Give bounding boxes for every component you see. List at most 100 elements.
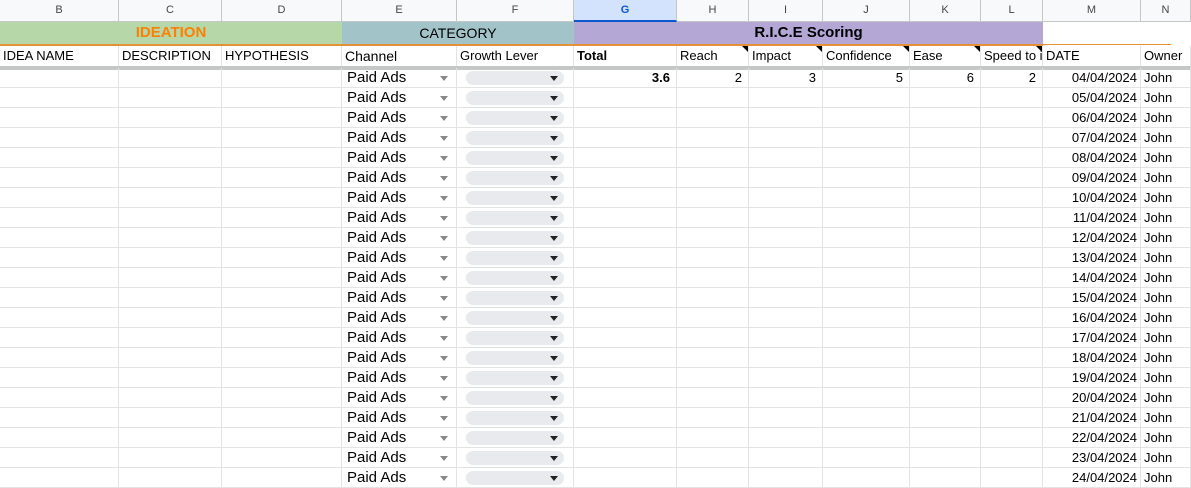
cell-idea-name[interactable] bbox=[0, 468, 119, 488]
cell-date[interactable]: 15/04/2024 bbox=[1043, 288, 1141, 308]
dropdown-arrow-icon[interactable] bbox=[440, 376, 448, 381]
cell-idea-name[interactable] bbox=[0, 448, 119, 468]
cell-reach[interactable] bbox=[677, 408, 749, 428]
cell-growth-lever[interactable] bbox=[457, 268, 574, 288]
cell-growth-lever[interactable] bbox=[457, 208, 574, 228]
column-header-j[interactable]: J bbox=[823, 0, 910, 22]
cell-impact[interactable] bbox=[749, 188, 823, 208]
cell-total[interactable] bbox=[574, 468, 677, 488]
cell-ease[interactable] bbox=[910, 128, 981, 148]
cell-description[interactable] bbox=[119, 288, 222, 308]
cell-total[interactable]: 3.6 bbox=[574, 68, 677, 88]
cell-impact[interactable] bbox=[749, 128, 823, 148]
cell-total[interactable] bbox=[574, 428, 677, 448]
cell-growth-lever[interactable] bbox=[457, 288, 574, 308]
cell-channel[interactable]: Paid Ads bbox=[342, 388, 457, 408]
cell-description[interactable] bbox=[119, 188, 222, 208]
cell-total[interactable] bbox=[574, 448, 677, 468]
dropdown-arrow-icon[interactable] bbox=[550, 136, 558, 141]
cell-confidence[interactable] bbox=[823, 108, 910, 128]
cell-confidence[interactable] bbox=[823, 468, 910, 488]
cell-owner[interactable]: John bbox=[1141, 188, 1191, 208]
cell-idea-name[interactable] bbox=[0, 368, 119, 388]
cell-total[interactable] bbox=[574, 168, 677, 188]
cell-channel[interactable]: Paid Ads bbox=[342, 408, 457, 428]
cell-confidence[interactable] bbox=[823, 448, 910, 468]
cell-ease[interactable] bbox=[910, 88, 981, 108]
cell-impact[interactable] bbox=[749, 328, 823, 348]
label-date[interactable]: DATE bbox=[1043, 46, 1141, 66]
cell-impact[interactable] bbox=[749, 268, 823, 288]
cell-channel[interactable]: Paid Ads bbox=[342, 328, 457, 348]
cell-growth-lever[interactable] bbox=[457, 88, 574, 108]
column-header-i[interactable]: I bbox=[749, 0, 823, 22]
cell-confidence[interactable]: 5 bbox=[823, 68, 910, 88]
cell-ease[interactable] bbox=[910, 228, 981, 248]
cell-channel[interactable]: Paid Ads bbox=[342, 88, 457, 108]
column-header-m[interactable]: M bbox=[1043, 0, 1141, 22]
cell-total[interactable] bbox=[574, 408, 677, 428]
cell-owner[interactable]: John bbox=[1141, 368, 1191, 388]
cell-growth-lever[interactable] bbox=[457, 308, 574, 328]
cell-date[interactable]: 21/04/2024 bbox=[1043, 408, 1141, 428]
label-owner[interactable]: Owner bbox=[1141, 46, 1191, 66]
cell-owner[interactable]: John bbox=[1141, 88, 1191, 108]
cell-ease[interactable] bbox=[910, 288, 981, 308]
dropdown-arrow-icon[interactable] bbox=[550, 456, 558, 461]
cell-date[interactable]: 23/04/2024 bbox=[1043, 448, 1141, 468]
cell-owner[interactable]: John bbox=[1141, 208, 1191, 228]
cell-total[interactable] bbox=[574, 348, 677, 368]
cell-confidence[interactable] bbox=[823, 188, 910, 208]
cell-speed-to-impact[interactable] bbox=[981, 428, 1043, 448]
cell-reach[interactable] bbox=[677, 268, 749, 288]
dropdown-arrow-icon[interactable] bbox=[440, 436, 448, 441]
dropdown-arrow-icon[interactable] bbox=[550, 296, 558, 301]
dropdown-arrow-icon[interactable] bbox=[440, 136, 448, 141]
cell-ease[interactable] bbox=[910, 168, 981, 188]
cell-reach[interactable] bbox=[677, 328, 749, 348]
growth-lever-dropdown-chip[interactable] bbox=[466, 311, 564, 325]
cell-total[interactable] bbox=[574, 128, 677, 148]
dropdown-arrow-icon[interactable] bbox=[550, 96, 558, 101]
cell-reach[interactable] bbox=[677, 108, 749, 128]
cell-impact[interactable] bbox=[749, 448, 823, 468]
cell-confidence[interactable] bbox=[823, 128, 910, 148]
cell-growth-lever[interactable] bbox=[457, 168, 574, 188]
dropdown-arrow-icon[interactable] bbox=[550, 336, 558, 341]
cell-growth-lever[interactable] bbox=[457, 108, 574, 128]
cell-reach[interactable] bbox=[677, 168, 749, 188]
cell-total[interactable] bbox=[574, 188, 677, 208]
dropdown-arrow-icon[interactable] bbox=[440, 256, 448, 261]
cell-hypothesis[interactable] bbox=[222, 448, 342, 468]
cell-idea-name[interactable] bbox=[0, 68, 119, 88]
cell-date[interactable]: 13/04/2024 bbox=[1043, 248, 1141, 268]
cell-ease[interactable]: 6 bbox=[910, 68, 981, 88]
cell-reach[interactable] bbox=[677, 368, 749, 388]
cell-total[interactable] bbox=[574, 228, 677, 248]
dropdown-arrow-icon[interactable] bbox=[440, 296, 448, 301]
cell-ease[interactable] bbox=[910, 188, 981, 208]
cell-confidence[interactable] bbox=[823, 208, 910, 228]
cell-owner[interactable]: John bbox=[1141, 388, 1191, 408]
cell-impact[interactable] bbox=[749, 368, 823, 388]
cell-reach[interactable]: 2 bbox=[677, 68, 749, 88]
cell-confidence[interactable] bbox=[823, 248, 910, 268]
cell-date[interactable]: 08/04/2024 bbox=[1043, 148, 1141, 168]
cell-idea-name[interactable] bbox=[0, 408, 119, 428]
cell-idea-name[interactable] bbox=[0, 268, 119, 288]
cell-impact[interactable] bbox=[749, 208, 823, 228]
group-rice-scoring[interactable]: R.I.C.E Scoring bbox=[574, 22, 1043, 44]
group-ideation[interactable]: IDEATION bbox=[0, 22, 342, 44]
cell-channel[interactable]: Paid Ads bbox=[342, 468, 457, 488]
cell-channel[interactable]: Paid Ads bbox=[342, 268, 457, 288]
cell-hypothesis[interactable] bbox=[222, 68, 342, 88]
cell-owner[interactable]: John bbox=[1141, 288, 1191, 308]
growth-lever-dropdown-chip[interactable] bbox=[466, 431, 564, 445]
cell-hypothesis[interactable] bbox=[222, 168, 342, 188]
cell-description[interactable] bbox=[119, 168, 222, 188]
column-header-c[interactable]: C bbox=[119, 0, 222, 22]
cell-confidence[interactable] bbox=[823, 268, 910, 288]
cell-description[interactable] bbox=[119, 388, 222, 408]
cell-hypothesis[interactable] bbox=[222, 348, 342, 368]
cell-idea-name[interactable] bbox=[0, 248, 119, 268]
